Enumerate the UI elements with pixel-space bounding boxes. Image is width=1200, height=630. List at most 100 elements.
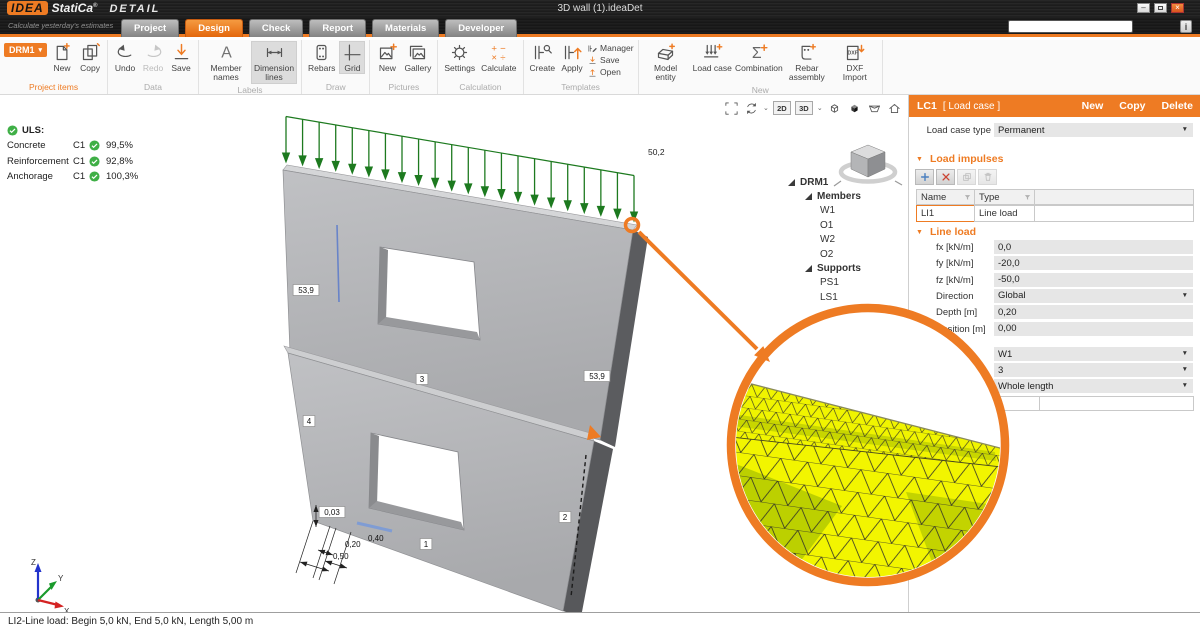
search-box[interactable]	[1008, 20, 1133, 33]
ribbon-button-member-names[interactable]: AMember names	[203, 41, 249, 84]
ribbon-button-manager[interactable]: Manager	[587, 43, 634, 54]
project-item-combo[interactable]: DRM1▾	[4, 43, 47, 57]
home-view-icon[interactable]	[887, 100, 903, 116]
value-input[interactable]	[996, 396, 1040, 411]
ribbon-button-calculate[interactable]: +−×÷Calculate	[479, 41, 518, 74]
ribbon-button-dxf-import[interactable]: DXFDXF Import	[832, 41, 878, 84]
tree-item-o1[interactable]: O1	[776, 218, 904, 232]
position-select[interactable]: Whole length▼	[994, 379, 1193, 393]
tree-item-ps1[interactable]: PS1	[776, 276, 904, 290]
value-input-2[interactable]	[1039, 396, 1194, 411]
chevron-down-icon[interactable]: ⌄	[817, 104, 823, 112]
ribbon-button-dimension-lines[interactable]: Dimension lines	[251, 41, 297, 84]
impulse-remove-button[interactable]	[936, 169, 955, 185]
solid-view-icon[interactable]	[847, 100, 863, 116]
filter-icon[interactable]	[964, 194, 971, 201]
minimize-button[interactable]: –	[1137, 3, 1150, 13]
svg-text:Z: Z	[31, 558, 36, 567]
ribbon-button-save[interactable]: Save	[168, 41, 194, 74]
column-header-name[interactable]: Name	[916, 189, 975, 205]
tree-item-o2[interactable]: O2	[776, 247, 904, 261]
delete-icon	[983, 172, 993, 182]
ribbon-button-apply[interactable]: Apply	[559, 41, 585, 74]
expander-icon[interactable]	[805, 193, 812, 200]
ribbon-button-settings[interactable]: Settings	[442, 41, 477, 74]
impulse-row-type[interactable]: Line load	[974, 205, 1035, 222]
field-value-depth-m-[interactable]: 0,20	[994, 305, 1193, 319]
check-icon	[89, 156, 100, 167]
fit-view-icon[interactable]	[723, 100, 739, 116]
ribbon-button-create[interactable]: Create	[528, 41, 558, 74]
results-overlay: ULS: ConcreteC199,5%ReinforcementC192,8%…	[7, 125, 138, 187]
ribbon-button-load-case[interactable]: Load case	[691, 41, 734, 74]
field-row-fx-kn-m-: fx [kN/m] 0,0	[909, 240, 1200, 255]
ribbon-button-copy[interactable]: Copy	[77, 41, 103, 74]
tab-design[interactable]: Design	[185, 19, 243, 37]
section-view-icon[interactable]	[867, 100, 883, 116]
ribbon-button-model-entity[interactable]: Model entity	[643, 41, 689, 84]
info-button[interactable]: i	[1180, 20, 1192, 33]
tab-project[interactable]: Project	[121, 19, 179, 37]
main-tabs: Project Design Check Report Materials Develop…	[121, 19, 517, 37]
tree-item-supports[interactable]: Supports	[776, 261, 904, 275]
field-value-position-m-[interactable]: 0,00	[994, 322, 1193, 336]
ribbon-button-grid[interactable]: Grid	[339, 41, 365, 74]
title-bar: IDEAStatiCa® DETAIL 3D wall (1).ideaDet …	[0, 0, 1200, 17]
ribbon-button-redo[interactable]: Redo	[140, 41, 166, 74]
view-2d-button[interactable]: 2D	[773, 101, 791, 115]
expander-icon[interactable]	[805, 265, 812, 272]
tree-item-drm1[interactable]: DRM1	[776, 175, 904, 189]
tab-report[interactable]: Report	[309, 19, 366, 37]
ribbon-button-rebars[interactable]: Rebars	[306, 41, 337, 74]
impulse-add-button[interactable]	[915, 169, 934, 185]
ribbon-button-undo[interactable]: Undo	[112, 41, 138, 74]
impulse-row-name[interactable]: LI1	[916, 205, 975, 222]
orbit-icon[interactable]	[743, 100, 759, 116]
load-impulses-section[interactable]: ▼ Load impulses	[916, 153, 1003, 165]
tree-item-w2[interactable]: W2	[776, 233, 904, 247]
chevron-down-icon[interactable]: ⌄	[763, 104, 769, 112]
edge-select[interactable]: 3▼	[994, 363, 1193, 377]
load-value-label: 50,2	[648, 147, 665, 157]
tree-item-w1[interactable]: W1	[776, 204, 904, 218]
chevron-down-icon: ▼	[1182, 366, 1188, 373]
close-button[interactable]: ×	[1171, 3, 1184, 13]
impulse-duplicate-button[interactable]	[957, 169, 976, 185]
app-logo: IDEAStatiCa® DETAIL	[7, 1, 160, 15]
add-icon	[920, 172, 930, 182]
tree-item-ls1[interactable]: LS1	[776, 290, 904, 304]
field-value-fz-kn-m-[interactable]: -50,0	[994, 273, 1193, 287]
tab-developer[interactable]: Developer	[445, 19, 517, 37]
view-3d-button[interactable]: 3D	[795, 101, 813, 115]
ribbon-button-open[interactable]: Open	[587, 67, 634, 78]
ribbon-button-gallery[interactable]: Gallery	[402, 41, 433, 74]
ribbon-button-save[interactable]: Save	[587, 55, 634, 66]
search-input[interactable]	[1009, 21, 1132, 32]
impulse-delete-button[interactable]	[978, 169, 997, 185]
line-load-section[interactable]: ▼ Line load	[916, 226, 976, 238]
ribbon-button-new[interactable]: New	[374, 41, 400, 74]
panel-action-new[interactable]: New	[1082, 100, 1104, 112]
expander-icon[interactable]	[788, 179, 795, 186]
field-value-fy-kn-m-[interactable]: -20,0	[994, 256, 1193, 270]
viewport-3d[interactable]: 50,253,9353,94210,030,200,400,50 Z Y X U…	[0, 95, 908, 612]
tab-materials[interactable]: Materials	[372, 19, 439, 37]
ribbon-button-rebar-assembly[interactable]: Rebar assembly	[784, 41, 830, 84]
tab-check[interactable]: Check	[249, 19, 304, 37]
panel-action-delete[interactable]: Delete	[1161, 100, 1193, 112]
load-case-type-select[interactable]: Permanent▼	[994, 123, 1193, 137]
column-header-type[interactable]: Type	[974, 189, 1035, 205]
impulses-toolbar	[915, 169, 997, 185]
field-row-fz-kn-m-: fz [kN/m] -50,0	[909, 273, 1200, 288]
load-case-header: LC1 [ Load case ] NewCopyDelete	[909, 95, 1200, 117]
field-value-fx-kn-m-[interactable]: 0,0	[994, 240, 1193, 254]
wireframe-icon[interactable]	[827, 100, 843, 116]
ribbon-button-new[interactable]: New	[49, 41, 75, 74]
member-select[interactable]: W1▼	[994, 347, 1193, 361]
tree-item-members[interactable]: Members	[776, 189, 904, 203]
maximize-button[interactable]	[1154, 3, 1167, 13]
field-value-direction[interactable]: Global▼	[994, 289, 1193, 303]
panel-action-copy[interactable]: Copy	[1119, 100, 1145, 112]
filter-icon[interactable]	[1024, 194, 1031, 201]
ribbon-button-combination[interactable]: ΣCombination	[736, 41, 782, 74]
